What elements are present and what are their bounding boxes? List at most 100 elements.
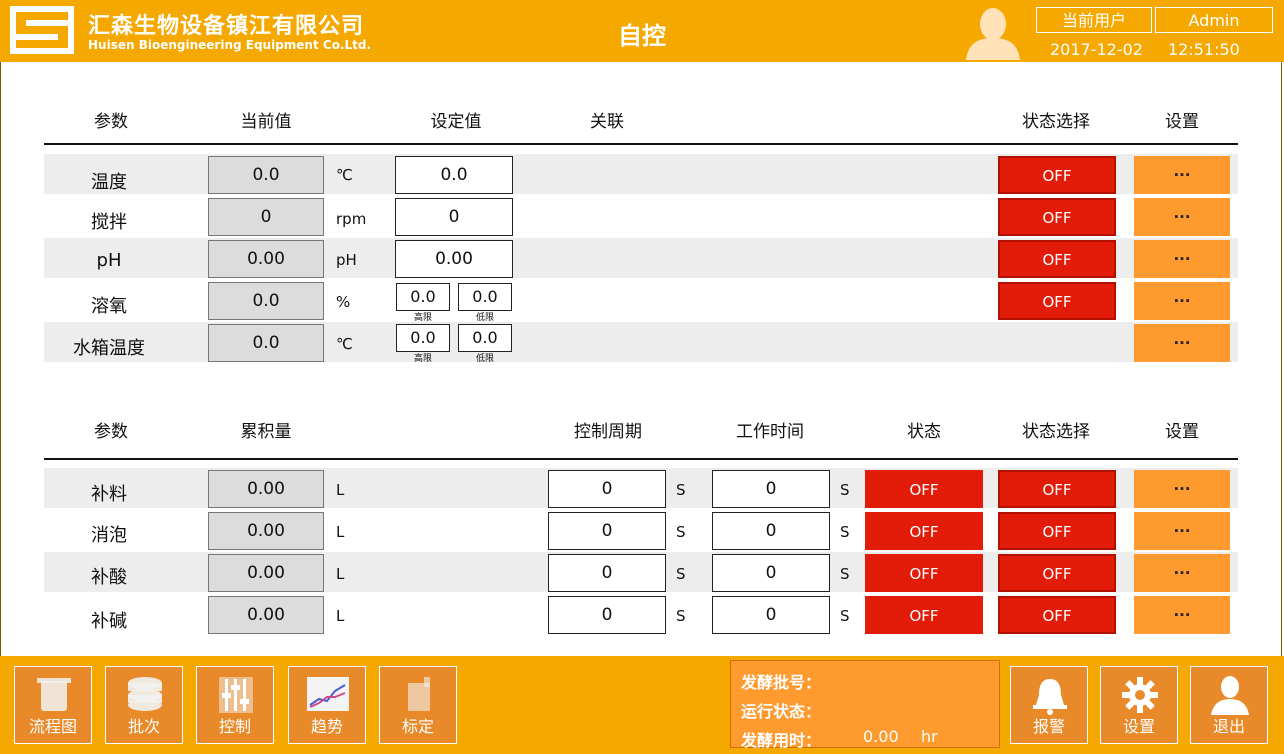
t1-header-divider — [44, 143, 1238, 145]
t2-header-param: 参数 — [94, 422, 128, 442]
total-value: 0.00 — [208, 554, 324, 592]
nav-label: 报警 — [1032, 717, 1065, 736]
param-name: 补碱 — [91, 611, 127, 632]
nav-label: 退出 — [1212, 717, 1245, 736]
state-select-button[interactable]: OFF — [998, 282, 1116, 320]
unit-label: rpm — [336, 210, 367, 228]
low-limit-input[interactable]: 0.0 — [458, 283, 512, 311]
settings-button[interactable]: ... — [1134, 596, 1230, 634]
unit-label: % — [336, 293, 351, 311]
company-name-cn: 汇森生物设备镇江有限公司 — [88, 14, 365, 39]
t1-header-state-select: 状态选择 — [1022, 112, 1090, 132]
high-limit-label: 高限 — [413, 354, 432, 364]
t1-header-param: 参数 — [94, 112, 128, 132]
settings-button[interactable]: ... — [1134, 240, 1230, 278]
alarm-button[interactable]: 报警 — [1010, 666, 1088, 744]
nav-batch-button[interactable]: 批次 — [105, 666, 183, 744]
t2-header-settings: 设置 — [1165, 422, 1199, 442]
high-limit-input[interactable]: 0.0 — [396, 283, 450, 311]
param-name: 消泡 — [91, 525, 127, 546]
t2-header-total: 累积量 — [240, 422, 292, 442]
ferment-time-label: 发酵用时： — [741, 731, 822, 750]
worktime-unit: S — [840, 607, 850, 625]
ferment-time-unit: hr — [921, 727, 938, 746]
state-select-button[interactable]: OFF — [998, 596, 1116, 634]
period-input[interactable]: 0 — [548, 470, 666, 508]
nav-label: 批次 — [127, 717, 160, 736]
t2-header-divider — [44, 458, 1238, 460]
param-name: 补料 — [91, 484, 127, 505]
trend-chart-icon — [307, 677, 349, 711]
settings-button[interactable]: ... — [1134, 156, 1230, 194]
batch-label: 发酵批号： — [741, 673, 822, 692]
worktime-input[interactable]: 0 — [712, 512, 830, 550]
unit-label: L — [336, 523, 345, 541]
time-display: 12:51:50 — [1168, 40, 1240, 59]
period-input[interactable]: 0 — [548, 596, 666, 634]
exit-button[interactable]: 退出 — [1190, 666, 1268, 744]
t1-header-setpoint: 设定值 — [430, 112, 482, 132]
nav-control-button[interactable]: 控制 — [196, 666, 274, 744]
current-user-label: 当前用户 — [1036, 7, 1152, 33]
settings-button[interactable]: ... — [1134, 554, 1230, 592]
current-value: 0.0 — [208, 282, 324, 320]
current-value: 0.0 — [208, 324, 324, 362]
period-input[interactable]: 0 — [548, 554, 666, 592]
high-limit-input[interactable]: 0.0 — [396, 324, 450, 352]
total-value: 0.00 — [208, 470, 324, 508]
page-title: 自控 — [618, 22, 666, 50]
t2-header-state-select: 状态选择 — [1022, 422, 1090, 442]
state-select-button[interactable]: OFF — [998, 156, 1116, 194]
low-limit-input[interactable]: 0.0 — [458, 324, 512, 352]
period-input[interactable]: 0 — [548, 512, 666, 550]
unit-label: ℃ — [336, 335, 353, 353]
fermentation-info-panel: 发酵批号： 运行状态： 发酵用时： 0.00 hr — [730, 660, 1000, 750]
worktime-input[interactable]: 0 — [712, 470, 830, 508]
nav-calibration-button[interactable]: 标定 — [379, 666, 457, 744]
setpoint-input[interactable]: 0.00 — [395, 240, 513, 278]
t1-header-settings: 设置 — [1165, 112, 1199, 132]
unit-label: L — [336, 607, 345, 625]
user-avatar-icon — [966, 8, 1020, 60]
state-select-button[interactable]: OFF — [998, 198, 1116, 236]
t1-header-link: 关联 — [590, 112, 624, 132]
settings-button[interactable]: ... — [1134, 282, 1230, 320]
period-unit: S — [676, 607, 686, 625]
period-unit: S — [676, 565, 686, 583]
param-name: 搅拌 — [91, 212, 127, 233]
current-value: 0 — [208, 198, 324, 236]
user-exit-icon — [1211, 676, 1249, 715]
total-value: 0.00 — [208, 512, 324, 550]
worktime-input[interactable]: 0 — [712, 596, 830, 634]
bell-icon — [1033, 679, 1067, 715]
status-indicator: OFF — [865, 512, 983, 550]
company-name-en: Huisen Bioengineering Equipment Co.Ltd. — [88, 38, 372, 52]
unit-label: L — [336, 481, 345, 499]
state-select-button[interactable]: OFF — [998, 554, 1116, 592]
settings-nav-button[interactable]: 设置 — [1100, 666, 1178, 744]
setpoint-input[interactable]: 0 — [395, 198, 513, 236]
sliders-icon — [219, 677, 253, 713]
state-select-button[interactable]: OFF — [998, 470, 1116, 508]
nav-trend-button[interactable]: 趋势 — [288, 666, 366, 744]
worktime-input[interactable]: 0 — [712, 554, 830, 592]
param-name: 溶氧 — [91, 296, 127, 317]
setpoint-input[interactable]: 0.0 — [395, 156, 513, 194]
state-select-button[interactable]: OFF — [998, 240, 1116, 278]
unit-label: ℃ — [336, 166, 353, 184]
param-name: pH — [96, 250, 122, 271]
low-limit-label: 低限 — [475, 354, 494, 364]
worktime-unit: S — [840, 565, 850, 583]
ferment-time-value: 0.00 — [863, 727, 899, 746]
nav-label: 设置 — [1122, 717, 1155, 736]
state-select-button[interactable]: OFF — [998, 512, 1116, 550]
worktime-unit: S — [840, 481, 850, 499]
nav-label: 趋势 — [310, 717, 343, 736]
nav-flowchart-button[interactable]: 流程图 — [14, 666, 92, 744]
database-icon — [128, 677, 162, 711]
settings-button[interactable]: ... — [1134, 198, 1230, 236]
t1-header-current: 当前值 — [240, 112, 292, 132]
settings-button[interactable]: ... — [1134, 324, 1230, 362]
settings-button[interactable]: ... — [1134, 470, 1230, 508]
settings-button[interactable]: ... — [1134, 512, 1230, 550]
